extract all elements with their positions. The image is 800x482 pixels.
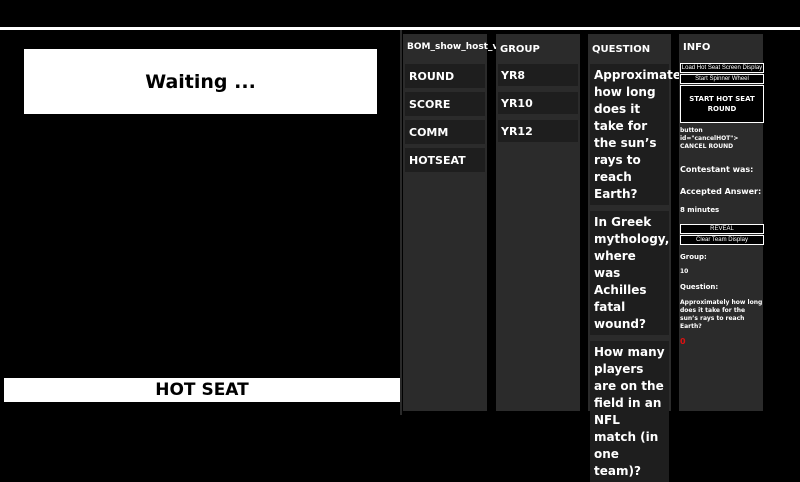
- info-column: INFO Load Hot Seat Screen Display Start …: [679, 34, 764, 411]
- question-card-3[interactable]: How many players are on the field in an …: [590, 341, 669, 482]
- contestant-label: Contestant was:: [680, 165, 754, 174]
- nav-score[interactable]: SCORE: [405, 92, 485, 116]
- nav-round[interactable]: ROUND: [405, 64, 485, 88]
- question-label: Question:: [680, 283, 719, 291]
- question-card-1[interactable]: Approximately how long does it take for …: [590, 64, 693, 205]
- clear-team-display-button[interactable]: Clear Team Display: [680, 235, 764, 245]
- info-header: INFO: [683, 42, 711, 53]
- group-yr12[interactable]: YR12: [498, 120, 578, 142]
- group-yr8[interactable]: YR8: [498, 64, 578, 86]
- cancel-round-text: button id="cancelHOT"> CANCEL ROUND: [680, 127, 739, 150]
- app-title: BOM_show_host_v1.7: [407, 42, 515, 52]
- question-card-2[interactable]: In Greek mythology, where was Achilles f…: [590, 211, 669, 335]
- question-column: QUESTION Approximately how long does it …: [588, 34, 693, 482]
- hot-seat-banner: HOT SEAT: [4, 378, 400, 402]
- hot-seat-label: HOT SEAT: [155, 380, 249, 400]
- reveal-button[interactable]: REVEAL: [680, 224, 764, 234]
- start-spinner-button[interactable]: Start Spinner Wheel: [680, 74, 764, 84]
- start-hot-seat-button[interactable]: START HOT SEAT ROUND: [680, 85, 764, 123]
- group-yr10[interactable]: YR10: [498, 92, 578, 114]
- load-hot-seat-button[interactable]: Load Hot Seat Screen Display: [680, 63, 764, 73]
- group-value: 10: [680, 268, 689, 275]
- panel-divider: [400, 30, 402, 415]
- waiting-panel: Waiting ...: [24, 49, 377, 114]
- question-value: Approximately how long does it take for …: [680, 299, 763, 330]
- waiting-text: Waiting ...: [145, 70, 256, 93]
- group-label: Group:: [680, 253, 707, 261]
- group-header: GROUP: [500, 44, 540, 55]
- question-header: QUESTION: [592, 44, 651, 55]
- group-column: GROUP YR8 YR10 YR12: [496, 34, 580, 411]
- nav-column: BOM_show_host_v1.7 ROUND SCORE COMM HOTS…: [403, 34, 515, 411]
- nav-comm[interactable]: COMM: [405, 120, 485, 144]
- accepted-answer-label: Accepted Answer:: [680, 187, 762, 196]
- nav-hotseat[interactable]: HOTSEAT: [405, 148, 485, 172]
- accepted-answer-value: 8 minutes: [680, 206, 720, 214]
- status-indicator: 0: [680, 337, 686, 346]
